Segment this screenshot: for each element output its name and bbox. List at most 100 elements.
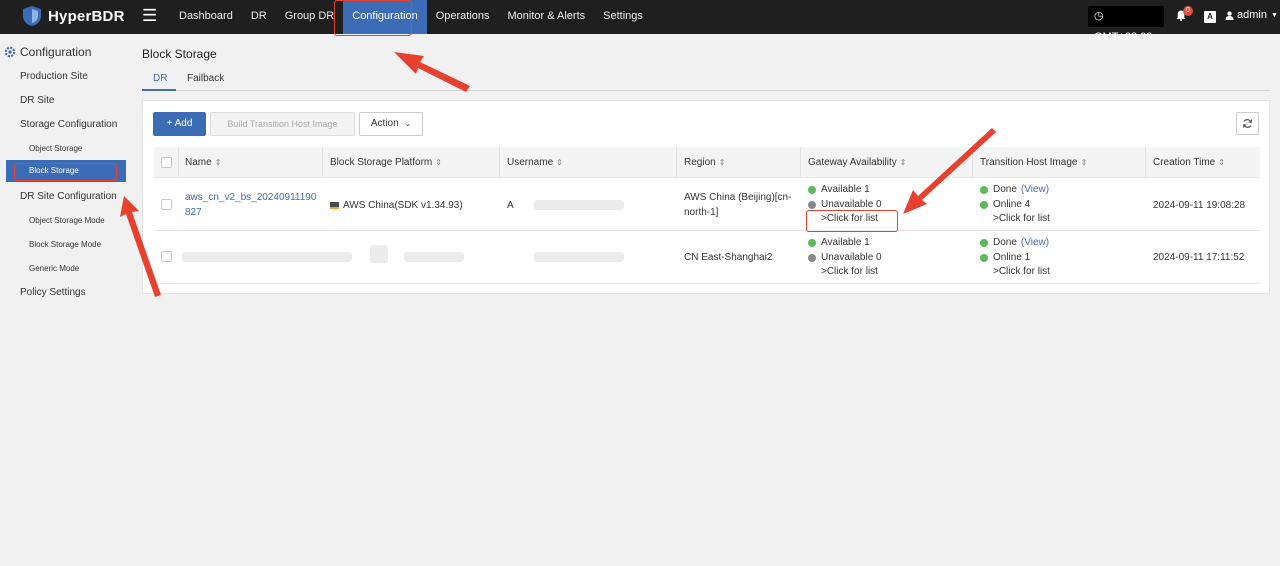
sidebar-item-generic-mode[interactable]: Generic Mode xyxy=(29,264,79,273)
nav-monitor-alerts[interactable]: Monitor & Alerts xyxy=(499,0,595,34)
gear-icon xyxy=(4,46,16,58)
active-tab-indicator xyxy=(142,89,176,91)
redacted-username xyxy=(534,252,624,262)
nav-settings[interactable]: Settings xyxy=(594,0,652,34)
refresh-icon xyxy=(1242,119,1253,128)
column-header-creation-time[interactable]: Creation Time ⇕ xyxy=(1153,157,1225,168)
column-divider xyxy=(178,147,179,178)
sort-icon: ⇕ xyxy=(1218,158,1225,167)
column-header-gateway[interactable]: Gateway Availability ⇕ xyxy=(808,157,906,168)
table-row: CN East-Shanghai2 Available 1 Unavailabl… xyxy=(154,231,1260,284)
menu-toggle-icon[interactable]: ☰ xyxy=(142,6,157,26)
sidebar-item-dr-site[interactable]: DR Site xyxy=(20,95,54,106)
sort-icon: ⇕ xyxy=(556,158,563,167)
tab-failback[interactable]: Failback xyxy=(187,73,224,84)
shield-logo-icon xyxy=(23,6,41,26)
column-divider xyxy=(499,147,500,178)
creation-time-cell: 2024-09-11 19:08:28 xyxy=(1153,200,1246,211)
sort-icon: ⇕ xyxy=(1080,158,1088,167)
platform-cell: AWS China(SDK v1.34.93) xyxy=(330,198,463,213)
transition-click-for-list-link[interactable]: >Click for list xyxy=(993,265,1050,279)
transition-done: Done (View) xyxy=(980,236,1049,250)
action-dropdown[interactable]: Action ⌄ xyxy=(359,112,423,136)
region-cell: AWS China (Beijing)[cn- north-1] xyxy=(684,192,792,218)
chevron-down-icon: ⌄ xyxy=(404,119,412,128)
nav-operations[interactable]: Operations xyxy=(427,0,499,34)
storage-name-link[interactable]: aws_cn_v2_bs_20240911190 827 xyxy=(185,190,316,220)
redacted-platform xyxy=(370,245,388,263)
refresh-button[interactable] xyxy=(1236,112,1259,135)
transition-click-for-list-link[interactable]: >Click for list xyxy=(993,212,1050,226)
column-header-platform[interactable]: Block Storage Platform ⇕ xyxy=(330,157,442,168)
tab-dr[interactable]: DR xyxy=(153,73,167,84)
add-button[interactable]: + Add xyxy=(153,112,206,136)
sort-icon: ⇕ xyxy=(718,158,726,167)
timezone-label: GMT+08:00 xyxy=(1094,31,1153,43)
transition-online: Online 1 xyxy=(980,251,1030,265)
check-circle-icon xyxy=(980,239,988,247)
notifications-button[interactable]: 0 xyxy=(1176,6,1193,24)
select-all-checkbox[interactable] xyxy=(161,157,172,168)
sidebar: Configuration Production Site DR Site St… xyxy=(0,34,135,566)
column-divider xyxy=(1145,147,1146,178)
check-circle-icon xyxy=(980,186,988,194)
check-circle-icon xyxy=(808,239,816,247)
caret-down-icon: ▼ xyxy=(1270,11,1278,19)
top-bar: HyperBDR ☰ Dashboard DR Group DR Configu… xyxy=(0,0,1280,43)
username-cell: A xyxy=(507,200,514,211)
nav-dr[interactable]: DR xyxy=(242,0,276,34)
build-transition-host-image-button[interactable]: Build Transition Host Image xyxy=(210,112,355,136)
check-circle-icon xyxy=(980,201,988,209)
notification-count: 0 xyxy=(1183,6,1193,16)
column-header-transition-host-image[interactable]: Transition Host Image ⇕ xyxy=(980,157,1087,168)
table-header: Name ⇕ Block Storage Platform ⇕ Username ⇕ … xyxy=(154,147,1260,178)
page-title: Block Storage xyxy=(142,47,217,61)
row-checkbox[interactable] xyxy=(161,199,172,210)
sidebar-title: Configuration xyxy=(20,45,92,59)
sidebar-item-dr-site-configuration[interactable]: DR Site Configuration xyxy=(20,191,117,202)
column-header-name[interactable]: Name ⇕ xyxy=(185,157,221,168)
sort-icon: ⇕ xyxy=(899,158,907,167)
view-link[interactable]: (View) xyxy=(1021,183,1049,197)
column-divider xyxy=(972,147,973,178)
gateway-available: Available 1 xyxy=(808,236,870,250)
gateway-click-for-list-link[interactable]: >Click for list xyxy=(821,265,878,279)
sidebar-item-object-storage-mode[interactable]: Object Storage Mode xyxy=(29,216,105,225)
creation-time-cell: 2024-09-11 17:11:52 xyxy=(1153,252,1245,263)
column-divider xyxy=(676,147,677,178)
column-header-username[interactable]: Username ⇕ xyxy=(507,157,563,168)
sidebar-item-block-storage-mode[interactable]: Block Storage Mode xyxy=(29,240,101,249)
row-checkbox[interactable] xyxy=(161,251,172,262)
timezone-badge[interactable]: ◷ GMT+08:00 xyxy=(1088,6,1164,43)
check-circle-icon xyxy=(808,186,816,194)
transition-done: Done (View) xyxy=(980,183,1049,197)
sidebar-item-storage-configuration[interactable]: Storage Configuration xyxy=(20,119,117,130)
redacted-username xyxy=(534,200,624,210)
table-row: aws_cn_v2_bs_20240911190 827 AWS China(S… xyxy=(154,179,1260,231)
sidebar-item-policy-settings[interactable]: Policy Settings xyxy=(20,287,86,298)
column-divider xyxy=(322,147,323,178)
redacted-name xyxy=(182,252,352,262)
x-circle-icon xyxy=(808,254,816,262)
username-label: admin xyxy=(1237,9,1267,21)
aws-platform-icon xyxy=(330,202,339,209)
sidebar-item-object-storage[interactable]: Object Storage xyxy=(29,144,82,153)
nav-dashboard[interactable]: Dashboard xyxy=(170,0,242,34)
column-header-region[interactable]: Region ⇕ xyxy=(684,157,725,168)
annotation-box-configuration xyxy=(334,0,412,36)
user-menu[interactable]: admin ▼ xyxy=(1225,9,1278,21)
view-link[interactable]: (View) xyxy=(1021,236,1049,250)
gateway-available: Available 1 xyxy=(808,183,870,197)
region-cell: CN East-Shanghai2 xyxy=(684,252,773,263)
sidebar-item-production-site[interactable]: Production Site xyxy=(20,71,88,82)
sort-icon: ⇕ xyxy=(214,158,222,167)
clock-icon: ◷ xyxy=(1094,10,1104,22)
transition-online: Online 4 xyxy=(980,198,1030,212)
check-circle-icon xyxy=(980,254,988,262)
app-logo[interactable]: HyperBDR xyxy=(22,5,125,27)
sidebar-header: Configuration xyxy=(4,45,91,59)
redacted-platform xyxy=(404,252,464,262)
app-name: HyperBDR xyxy=(48,7,125,25)
x-circle-icon xyxy=(808,201,816,209)
language-icon[interactable]: A xyxy=(1204,11,1216,23)
